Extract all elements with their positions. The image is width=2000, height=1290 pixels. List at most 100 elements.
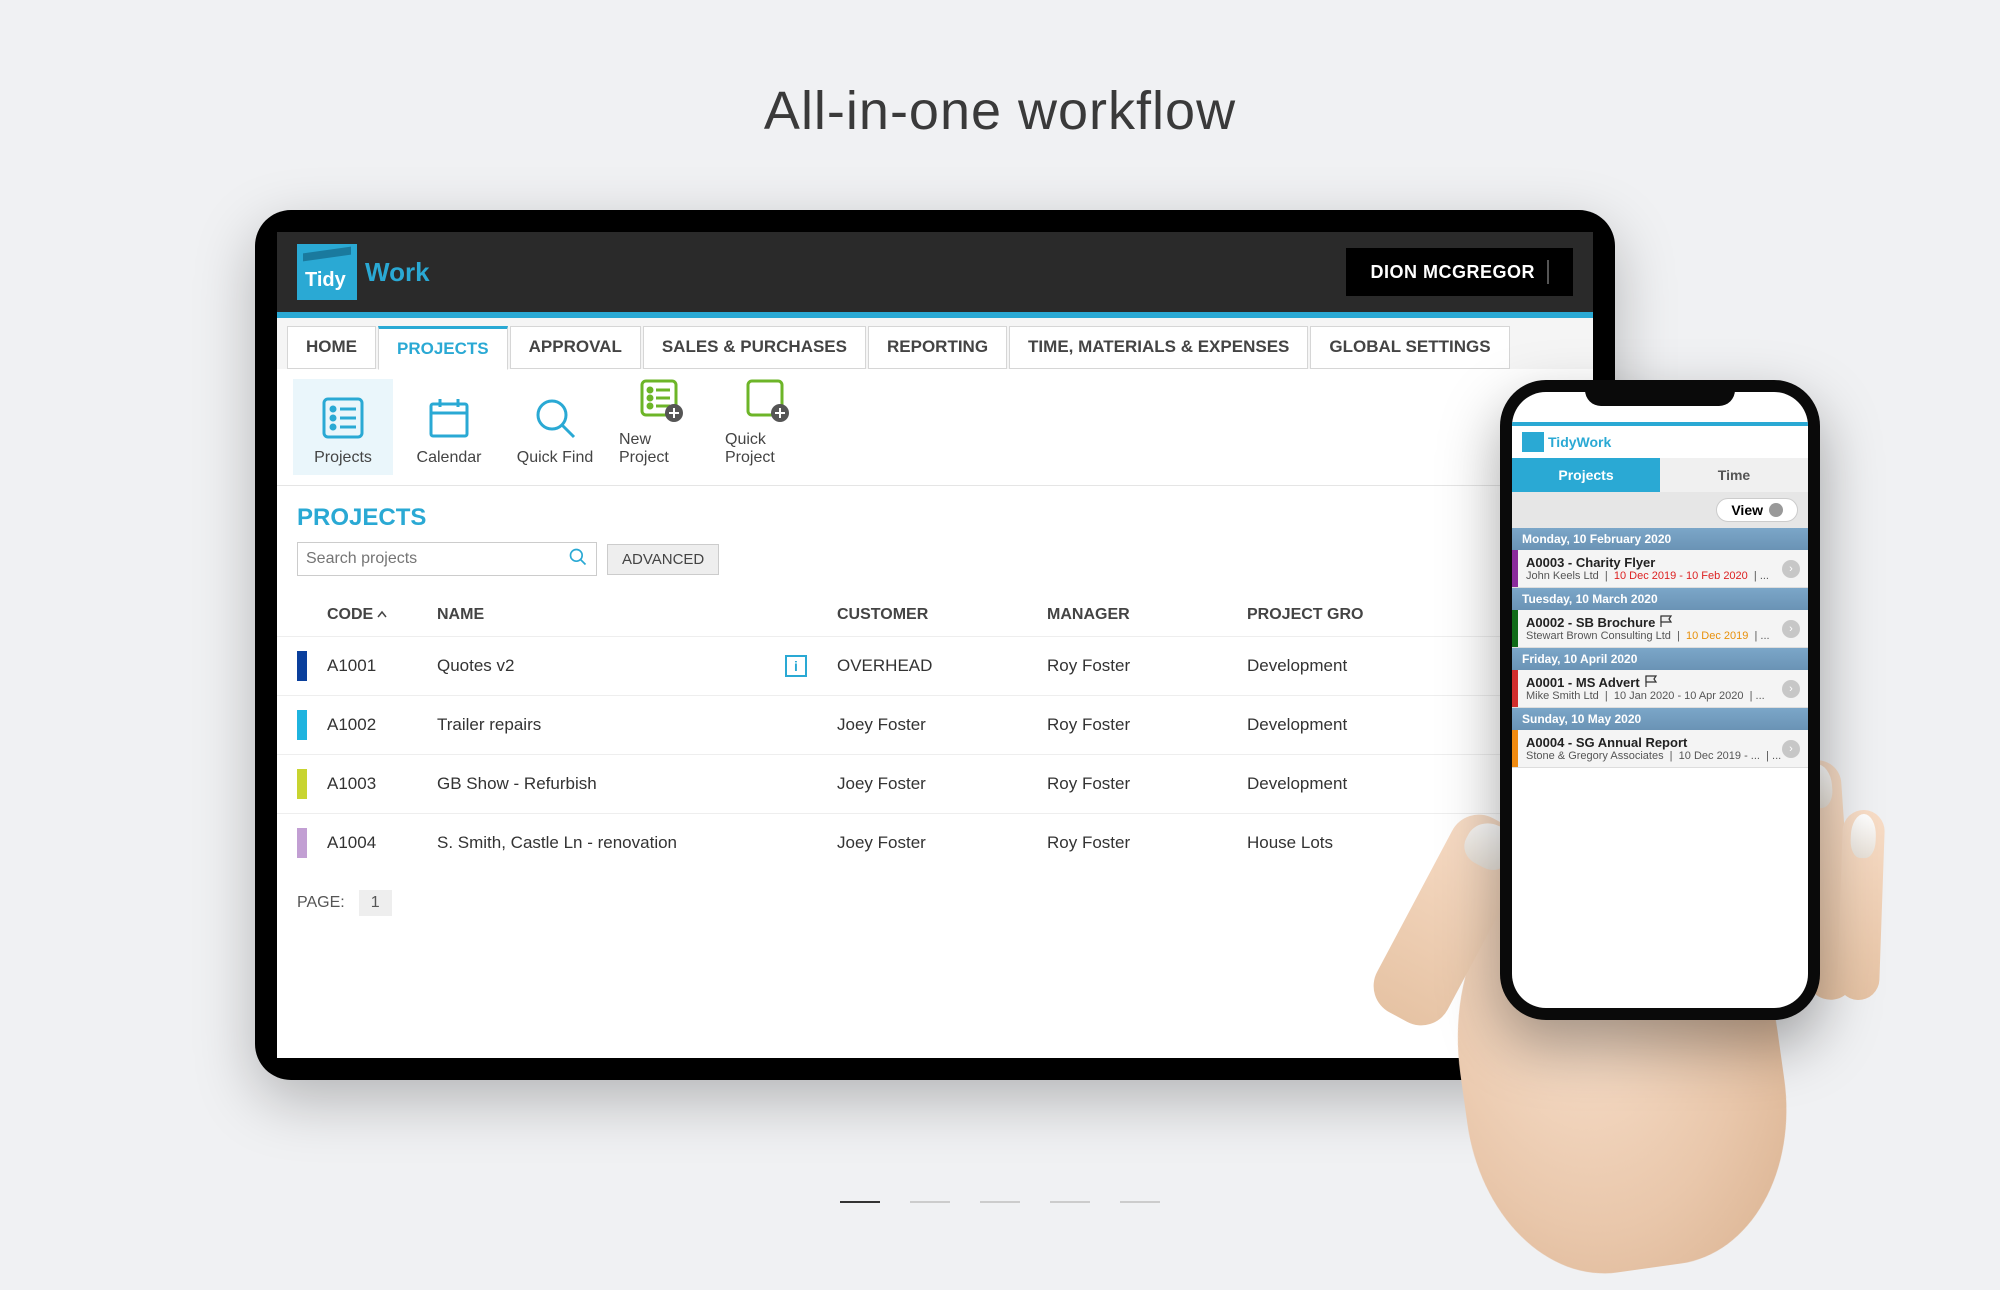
advanced-button[interactable]: ADVANCED — [607, 544, 719, 575]
mobile-tab-projects[interactable]: Projects — [1512, 458, 1660, 492]
cell-name: GB Show - Refurbish — [437, 774, 837, 794]
row-color-bar — [297, 710, 307, 740]
chevron-right-icon[interactable]: › — [1782, 560, 1800, 578]
mobile-logo-text: TidyWork — [1548, 434, 1611, 450]
logo[interactable]: Tidy Work — [297, 244, 430, 300]
flag-icon — [1659, 615, 1673, 630]
col-name[interactable]: NAME — [437, 606, 837, 624]
tab-sales-purchases[interactable]: SALES & PURCHASES — [643, 326, 866, 369]
cell-code: A1004 — [327, 833, 437, 853]
carousel-dots — [840, 1201, 1160, 1203]
search-box[interactable] — [297, 542, 597, 576]
search-icon[interactable] — [568, 547, 588, 572]
item-subtitle: Stewart Brown Consulting Ltd | 10 Dec 20… — [1526, 630, 1800, 642]
mobile-list-item[interactable]: A0004 - SG Annual ReportStone & Gregory … — [1512, 730, 1808, 768]
mobile-list-item[interactable]: A0002 - SB Brochure Stewart Brown Consul… — [1512, 610, 1808, 648]
cell-manager: Roy Foster — [1047, 774, 1247, 794]
tab-reporting[interactable]: REPORTING — [868, 326, 1007, 369]
cell-code: A1001 — [327, 656, 437, 676]
cell-code: A1003 — [327, 774, 437, 794]
section-title: PROJECTS — [277, 486, 1593, 542]
cell-customer: Joey Foster — [837, 774, 1047, 794]
tab-approval[interactable]: APPROVAL — [510, 326, 641, 369]
mobile-list-item[interactable]: A0003 - Charity FlyerJohn Keels Ltd | 10… — [1512, 550, 1808, 588]
dot-5[interactable] — [1120, 1201, 1160, 1203]
cell-name: Trailer repairs — [437, 715, 837, 735]
user-menu[interactable]: DION MCGREGOR — [1346, 248, 1573, 296]
tool-quick-project[interactable]: Quick Project — [717, 379, 817, 475]
tab-projects[interactable]: PROJECTS — [378, 326, 508, 370]
tool-calendar[interactable]: Calendar — [399, 379, 499, 475]
cell-manager: Roy Foster — [1047, 656, 1247, 676]
tab-home[interactable]: HOME — [287, 326, 376, 369]
col-manager[interactable]: MANAGER — [1047, 606, 1247, 624]
tab-global-settings[interactable]: GLOBAL SETTINGS — [1310, 326, 1509, 369]
row-color-bar — [297, 769, 307, 799]
chevron-right-icon[interactable]: › — [1782, 680, 1800, 698]
logo-mark-text: Tidy — [305, 269, 346, 292]
tablet-screen: Tidy Work DION MCGREGOR HOMEPROJECTSAPPR… — [277, 232, 1593, 1058]
mobile-list-item[interactable]: A0001 - MS Advert Mike Smith Ltd | 10 Ja… — [1512, 670, 1808, 708]
mobile-view-button[interactable]: View — [1716, 498, 1798, 522]
mobile-date-header: Friday, 10 April 2020 — [1512, 648, 1808, 670]
app-header: Tidy Work DION MCGREGOR — [277, 232, 1593, 312]
item-subtitle: Stone & Gregory Associates | 10 Dec 2019… — [1526, 750, 1800, 762]
tool-label: Projects — [314, 449, 372, 467]
item-subtitle: John Keels Ltd | 10 Dec 2019 - 10 Feb 20… — [1526, 570, 1800, 582]
toolbar: Projects Calendar Quick Find New ProjectQui… — [277, 369, 1593, 486]
pager-label: PAGE: — [297, 894, 345, 912]
table-header: CODE NAME CUSTOMER MANAGER PROJECT GRO — [277, 594, 1593, 636]
new-list-icon — [638, 377, 684, 423]
page-number[interactable]: 1 — [359, 890, 392, 916]
row-color-bar — [297, 828, 307, 858]
tab-time-materials-expenses[interactable]: TIME, MATERIALS & EXPENSES — [1009, 326, 1308, 369]
table-row[interactable]: A1003GB Show - RefurbishJoey FosterRoy F… — [277, 754, 1593, 813]
mobile-tab-time[interactable]: Time — [1660, 458, 1808, 492]
info-icon[interactable]: i — [785, 655, 807, 677]
mobile-date-header: Sunday, 10 May 2020 — [1512, 708, 1808, 730]
page-headline: All-in-one workflow — [0, 0, 2000, 142]
row-color-bar — [297, 651, 307, 681]
item-title: A0004 - SG Annual Report — [1526, 735, 1800, 750]
table-row[interactable]: A1001Quotes v2iOVERHEADRoy FosterDevelop… — [277, 636, 1593, 695]
search-row: ADVANCED — [277, 542, 1593, 594]
mobile-logo[interactable]: TidyWork — [1512, 422, 1808, 458]
chevron-right-icon[interactable]: › — [1782, 620, 1800, 638]
dot-4[interactable] — [1050, 1201, 1090, 1203]
col-code[interactable]: CODE — [327, 606, 437, 624]
cell-customer: Joey Foster — [837, 715, 1047, 735]
tool-projects[interactable]: Projects — [293, 379, 393, 475]
tool-new-project[interactable]: New Project — [611, 379, 711, 475]
main-tabs: HOMEPROJECTSAPPROVALSALES & PURCHASESREP… — [277, 318, 1593, 369]
cell-name: S. Smith, Castle Ln - renovation — [437, 833, 837, 853]
table-row[interactable]: A1002Trailer repairsJoey FosterRoy Foste… — [277, 695, 1593, 754]
phone-device: TidyWork Projects Time View Monday, 10 F… — [1500, 380, 1820, 1020]
table-row[interactable]: A1004S. Smith, Castle Ln - renovationJoe… — [277, 813, 1593, 872]
mobile-date-header: Tuesday, 10 March 2020 — [1512, 588, 1808, 610]
cell-code: A1002 — [327, 715, 437, 735]
tablet-device: Tidy Work DION MCGREGOR HOMEPROJECTSAPPR… — [255, 210, 1615, 1080]
cell-customer: OVERHEAD — [837, 656, 1047, 676]
search-input[interactable] — [306, 550, 568, 568]
item-title: A0001 - MS Advert — [1526, 675, 1800, 690]
list-icon — [320, 395, 366, 441]
dot-1[interactable] — [840, 1201, 880, 1203]
dot-3[interactable] — [980, 1201, 1020, 1203]
chevron-right-icon[interactable]: › — [1782, 740, 1800, 758]
cell-name: Quotes v2i — [437, 655, 837, 677]
phone-screen: TidyWork Projects Time View Monday, 10 F… — [1512, 392, 1808, 1008]
search-icon — [532, 395, 578, 441]
mobile-logo-icon — [1522, 432, 1544, 452]
tool-quick-find[interactable]: Quick Find — [505, 379, 605, 475]
col-customer[interactable]: CUSTOMER — [837, 606, 1047, 624]
flag-icon — [1644, 675, 1658, 690]
dot-2[interactable] — [910, 1201, 950, 1203]
cell-customer: Joey Foster — [837, 833, 1047, 853]
logo-mark-icon: Tidy — [297, 244, 357, 300]
logo-word: Work — [365, 257, 430, 288]
item-subtitle: Mike Smith Ltd | 10 Jan 2020 - 10 Apr 20… — [1526, 690, 1800, 702]
mobile-date-header: Monday, 10 February 2020 — [1512, 528, 1808, 550]
mobile-view-row: View — [1512, 492, 1808, 528]
tool-label: Quick Find — [517, 449, 593, 467]
new-box-icon — [744, 377, 790, 423]
